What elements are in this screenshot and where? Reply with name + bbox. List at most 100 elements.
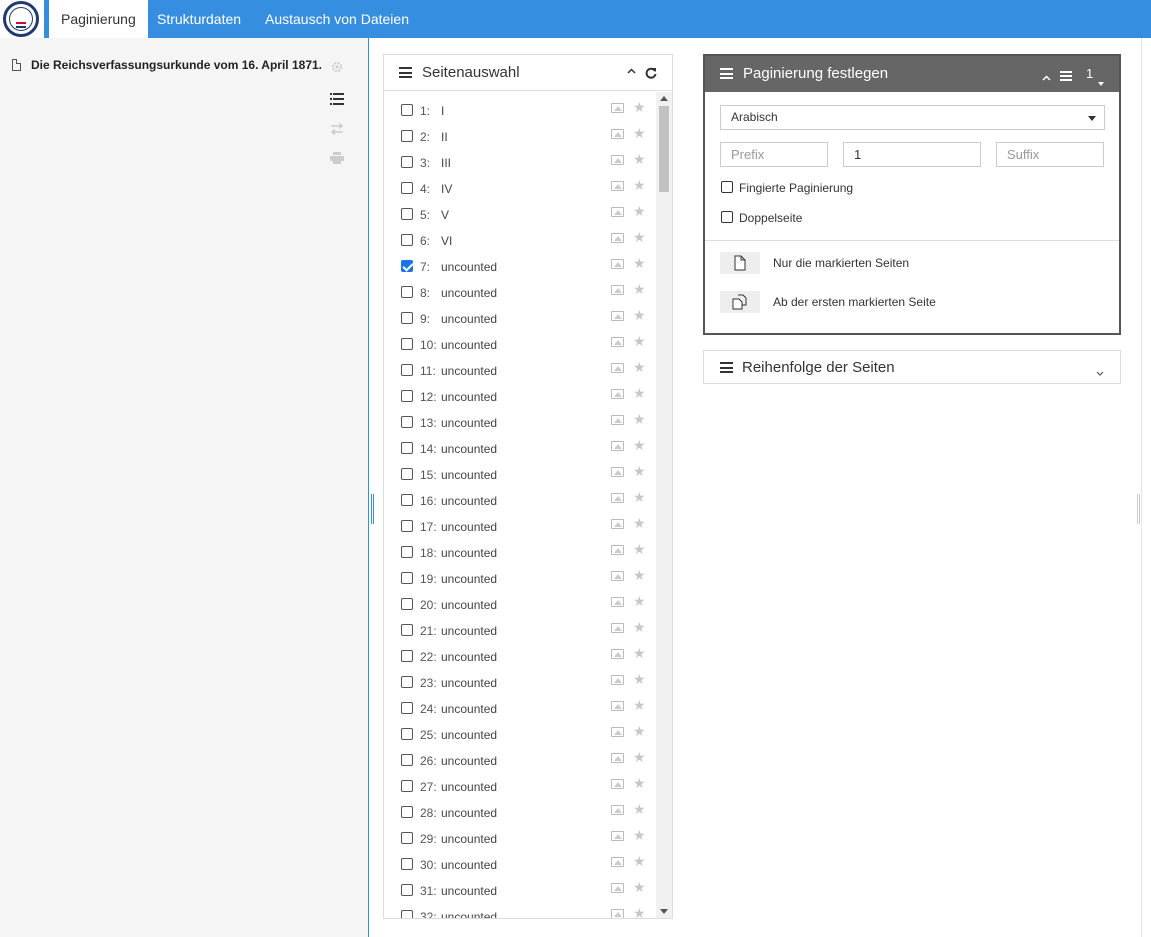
page-row[interactable]: 7: uncounted ★ [384,248,656,274]
star-icon[interactable]: ★ [633,99,646,116]
chevron-down-icon[interactable] [1098,73,1104,91]
page-row[interactable]: 10: uncounted ★ [384,326,656,352]
image-preview-icon[interactable] [611,155,624,165]
page-row[interactable]: 18: uncounted ★ [384,534,656,560]
page-order-panel[interactable]: Reihenfolge der Seiten [703,350,1121,384]
image-preview-icon[interactable] [611,441,624,451]
page-checkbox[interactable] [401,520,413,532]
image-preview-icon[interactable] [611,129,624,139]
page-row[interactable]: 26: uncounted ★ [384,742,656,768]
page-checkbox[interactable] [401,702,413,714]
page-row[interactable]: 14: uncounted ★ [384,430,656,456]
page-row[interactable]: 12: uncounted ★ [384,378,656,404]
image-preview-icon[interactable] [611,259,624,269]
page-row[interactable]: 17: uncounted ★ [384,508,656,534]
star-icon[interactable]: ★ [633,541,646,558]
star-icon[interactable]: ★ [633,905,646,918]
page-row[interactable]: 27: uncounted ★ [384,768,656,794]
star-icon[interactable]: ★ [633,385,646,402]
image-preview-icon[interactable] [611,233,624,243]
page-row[interactable]: 1: I ★ [384,92,656,118]
page-checkbox[interactable] [401,858,413,870]
star-icon[interactable]: ★ [633,619,646,636]
image-preview-icon[interactable] [611,675,624,685]
star-icon[interactable]: ★ [633,775,646,792]
image-preview-icon[interactable] [611,649,624,659]
image-preview-icon[interactable] [611,883,624,893]
scroll-down-arrow-icon[interactable] [660,909,668,914]
page-checkbox[interactable] [401,468,413,480]
image-preview-icon[interactable] [611,623,624,633]
image-preview-icon[interactable] [611,857,624,867]
star-icon[interactable]: ★ [633,177,646,194]
pagination-type-select[interactable]: Arabisch [720,105,1105,130]
settings-gear-icon[interactable] [328,60,346,78]
image-preview-icon[interactable] [611,831,624,841]
image-preview-icon[interactable] [611,311,624,321]
page-checkbox[interactable] [401,884,413,896]
page-list-scrollbar[interactable] [656,92,672,918]
page-row[interactable]: 15: uncounted ★ [384,456,656,482]
star-icon[interactable]: ★ [633,671,646,688]
only-marked-pages-button[interactable] [720,252,760,274]
star-icon[interactable]: ★ [633,489,646,506]
star-icon[interactable]: ★ [633,203,646,220]
left-pane-splitter[interactable] [371,494,374,524]
page-row[interactable]: 11: uncounted ★ [384,352,656,378]
image-preview-icon[interactable] [611,389,624,399]
star-icon[interactable]: ★ [633,437,646,454]
selection-count-badge[interactable]: 1 [1086,66,1093,81]
collapse-icon[interactable] [1042,68,1051,86]
tab-austausch-von-dateien[interactable]: Austausch von Dateien [265,0,409,38]
institution-logo[interactable] [0,0,44,38]
page-row[interactable]: 3: III ★ [384,144,656,170]
image-preview-icon[interactable] [611,727,624,737]
star-icon[interactable]: ★ [633,229,646,246]
image-preview-icon[interactable] [611,103,624,113]
image-preview-icon[interactable] [611,181,624,191]
star-icon[interactable]: ★ [633,255,646,272]
star-icon[interactable]: ★ [633,723,646,740]
page-checkbox[interactable] [401,624,413,636]
page-row[interactable]: 4: IV ★ [384,170,656,196]
refresh-icon[interactable] [645,66,657,84]
suffix-input[interactable]: Suffix [996,142,1104,167]
print-icon[interactable] [328,150,346,168]
image-preview-icon[interactable] [611,207,624,217]
image-preview-icon[interactable] [611,805,624,815]
scroll-up-arrow-icon[interactable] [660,96,668,101]
star-icon[interactable]: ★ [633,749,646,766]
star-icon[interactable]: ★ [633,515,646,532]
swap-arrows-icon[interactable] [328,121,346,139]
image-preview-icon[interactable] [611,519,624,529]
page-row[interactable]: 32: uncounted ★ [384,898,656,918]
page-checkbox[interactable] [401,364,413,376]
start-number-input[interactable]: 1 [843,142,981,167]
page-row[interactable]: 19: uncounted ★ [384,560,656,586]
page-checkbox[interactable] [401,546,413,558]
from-first-marked-page-button[interactable] [720,291,760,313]
page-checkbox[interactable] [401,286,413,298]
page-checkbox[interactable] [401,338,413,350]
star-icon[interactable]: ★ [633,593,646,610]
page-checkbox[interactable] [401,208,413,220]
collapse-icon[interactable] [627,66,636,77]
star-icon[interactable]: ★ [633,697,646,714]
page-checkbox[interactable] [401,390,413,402]
star-icon[interactable]: ★ [633,307,646,324]
star-icon[interactable]: ★ [633,879,646,896]
page-checkbox[interactable] [401,130,413,142]
image-preview-icon[interactable] [611,363,624,373]
list-view-icon[interactable] [1060,68,1072,86]
image-preview-icon[interactable] [611,337,624,347]
tab-strukturdaten[interactable]: Strukturdaten [157,0,241,38]
page-checkbox[interactable] [401,780,413,792]
page-row[interactable]: 23: uncounted ★ [384,664,656,690]
page-checkbox[interactable] [401,442,413,454]
right-pane-splitter[interactable] [1137,494,1140,524]
scroll-thumb[interactable] [659,106,669,192]
image-preview-icon[interactable] [611,753,624,763]
page-row[interactable]: 24: uncounted ★ [384,690,656,716]
page-row[interactable]: 2: II ★ [384,118,656,144]
prefix-input[interactable]: Prefix [720,142,828,167]
